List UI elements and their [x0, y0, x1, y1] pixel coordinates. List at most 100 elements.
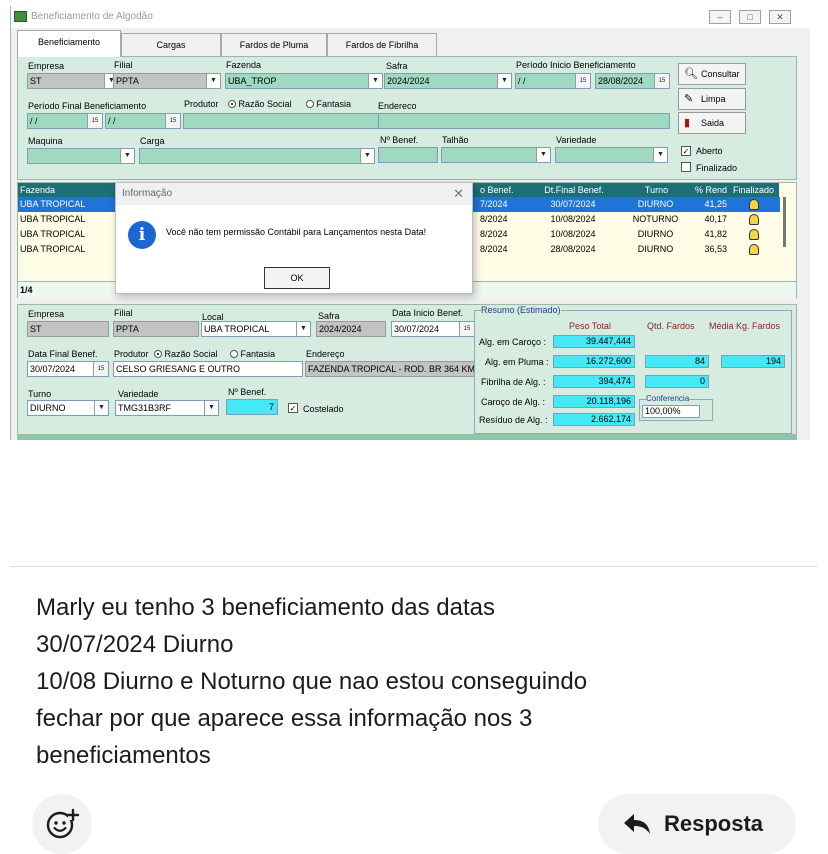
- tab-beneficiamento[interactable]: Beneficiamento: [17, 30, 121, 57]
- saida-button[interactable]: ▮ Saida: [678, 112, 746, 134]
- detail-variedade-value: TMG31B3RF: [118, 403, 172, 413]
- resumo-row-label: Caroço de Alg. :: [481, 397, 546, 407]
- chevron-down-icon: ▼: [204, 401, 218, 415]
- variedade-select[interactable]: ▼: [555, 147, 668, 163]
- lock-icon: [749, 244, 759, 260]
- cell-turno: NOTURNO: [632, 214, 679, 224]
- message-line: Marly eu tenho 3 beneficiamento das data…: [36, 594, 495, 621]
- detail-data-final-label: Data Final Benef.: [28, 349, 98, 359]
- radio-checked-icon: [228, 100, 236, 108]
- endereco-input[interactable]: [378, 113, 670, 129]
- radio-icon: [230, 350, 238, 358]
- exit-door-icon: ▮: [684, 117, 691, 129]
- detail-fantasia-radio[interactable]: Fantasia: [230, 349, 275, 359]
- tab-fardos-pluma[interactable]: Fardos de Pluma: [221, 33, 327, 56]
- periodo-final-ate[interactable]: / / 15: [105, 113, 181, 129]
- cell-dtfinal: 30/07/2024: [550, 199, 596, 209]
- detail-razao-label: Razão Social: [164, 349, 218, 359]
- tab-fardos-fibrilha[interactable]: Fardos de Fibrilha: [327, 33, 437, 56]
- message-line: beneficiamentos: [36, 742, 211, 769]
- costelado-checkbox[interactable]: ✓: [288, 403, 298, 413]
- detail-data-inicio[interactable]: 30/07/2024 15: [391, 321, 475, 337]
- detail-produtor-field[interactable]: CELSO GRIESANG E OUTRO: [113, 361, 303, 377]
- col-dtfinal-header[interactable]: Dt.Final Benef.: [528, 183, 618, 197]
- maximize-icon[interactable]: □: [739, 10, 761, 24]
- tab-cargas[interactable]: Cargas: [121, 33, 221, 56]
- cell-fazenda: UBA TROPICAL: [20, 244, 86, 254]
- limpa-button[interactable]: ✎ Limpa: [678, 88, 746, 110]
- detail-filial-field[interactable]: PPTA: [113, 321, 199, 337]
- calendar-icon[interactable]: 15: [165, 114, 180, 128]
- razao-social-radio[interactable]: Razão Social: [228, 99, 292, 109]
- grid-scrollbar[interactable]: [783, 197, 786, 247]
- periodo-final-de-value: / /: [30, 116, 38, 126]
- periodo-inicio-ate[interactable]: 28/08/2024 15: [595, 73, 670, 89]
- finalizado-checkbox[interactable]: [681, 162, 691, 172]
- detail-data-final-value: 30/07/2024: [30, 364, 76, 374]
- detail-safra-field[interactable]: 2024/2024: [316, 321, 386, 337]
- divider: [10, 566, 818, 567]
- detail-filial-label: Filial: [114, 308, 133, 318]
- detail-empresa-field[interactable]: ST: [27, 321, 109, 337]
- ok-button[interactable]: OK: [264, 267, 330, 289]
- resumo-qtd-cell: 84: [645, 355, 709, 368]
- col-benef-header[interactable]: o Benef.: [478, 183, 528, 197]
- periodo-final-de[interactable]: / / 15: [27, 113, 103, 129]
- cell-turno: DIURNO: [637, 229, 674, 239]
- detail-turno-select[interactable]: DIURNO ▼: [27, 400, 109, 416]
- safra-select[interactable]: 2024/2024 ▼: [384, 73, 512, 89]
- maquina-select[interactable]: ▼: [27, 148, 135, 164]
- detail-nbenef-field[interactable]: 7: [226, 399, 278, 415]
- calendar-icon[interactable]: 15: [459, 322, 474, 336]
- minimize-icon[interactable]: –: [709, 10, 731, 24]
- razao-social-label: Razão Social: [238, 99, 292, 109]
- empresa-select[interactable]: ST ▼: [27, 73, 119, 89]
- broom-icon: ✎: [684, 93, 694, 105]
- aberto-checkbox[interactable]: ✓: [681, 146, 691, 156]
- add-reaction-button[interactable]: [32, 794, 92, 854]
- bottom-strip: [17, 434, 797, 440]
- chevron-down-icon: ▼: [296, 322, 310, 336]
- consultar-label: Consultar: [701, 69, 740, 79]
- resumo-qtd-cell: 0: [645, 375, 709, 388]
- empresa-label: Empresa: [28, 61, 65, 71]
- cell-fazenda: UBA TROPICAL: [20, 229, 86, 239]
- resumo-peso-cell: 2.662,174: [553, 413, 635, 426]
- close-icon[interactable]: ✕: [769, 10, 791, 24]
- cell-fazenda: UBA TROPICAL: [20, 214, 86, 224]
- chevron-down-icon: ▼: [368, 74, 382, 88]
- talhao-select[interactable]: ▼: [441, 147, 551, 163]
- detail-razao-radio[interactable]: Razão Social: [154, 349, 218, 359]
- fantasia-radio[interactable]: Fantasia: [306, 99, 351, 109]
- message-text: Marly eu tenho 3 beneficiamento das data…: [36, 589, 796, 774]
- detail-nbenef-label: Nº Benef.: [228, 387, 267, 397]
- periodo-inicio-de[interactable]: / / 15: [515, 73, 591, 89]
- filial-select[interactable]: PPTA ▼: [113, 73, 221, 89]
- col-rend-header[interactable]: % Rend: [693, 183, 731, 197]
- resumo-col-media: Média Kg. Fardos: [709, 321, 781, 331]
- calendar-icon[interactable]: 15: [654, 74, 669, 88]
- resumo-group: Resumo (Estimado) Peso Total Qtd. Fardos…: [474, 305, 792, 434]
- col-finalizado-header[interactable]: Finalizado: [731, 183, 779, 197]
- aberto-label: Aberto: [696, 146, 723, 156]
- col-turno-header[interactable]: Turno: [618, 183, 693, 197]
- detail-endereco-field[interactable]: FAZENDA TROPICAL - ROD. BR 364 KM: [305, 361, 475, 377]
- resumo-row-label: Alg. em Caroço :: [479, 337, 547, 347]
- nbenef-input[interactable]: [378, 147, 438, 163]
- calendar-icon[interactable]: 15: [93, 362, 108, 376]
- close-icon[interactable]: ✕: [453, 187, 464, 201]
- detail-local-select[interactable]: UBA TROPICAL ▼: [201, 321, 311, 337]
- calendar-icon[interactable]: 15: [575, 74, 590, 88]
- produtor-input[interactable]: [183, 113, 379, 129]
- resumo-peso-cell: 394,474: [553, 375, 635, 388]
- record-counter: 1/4: [20, 285, 33, 295]
- resumo-row-label: Resíduo de Alg. :: [479, 415, 548, 425]
- reply-button[interactable]: Resposta: [598, 794, 796, 854]
- carga-select[interactable]: ▼: [139, 148, 375, 164]
- calendar-icon[interactable]: 15: [87, 114, 102, 128]
- consultar-button[interactable]: 🔍︎ Consultar: [678, 63, 746, 85]
- detail-variedade-select[interactable]: TMG31B3RF ▼: [115, 400, 219, 416]
- detail-data-final[interactable]: 30/07/2024 15: [27, 361, 109, 377]
- cell-benef: 8/2024: [480, 229, 508, 239]
- fazenda-select[interactable]: UBA_TROP ▼: [225, 73, 383, 89]
